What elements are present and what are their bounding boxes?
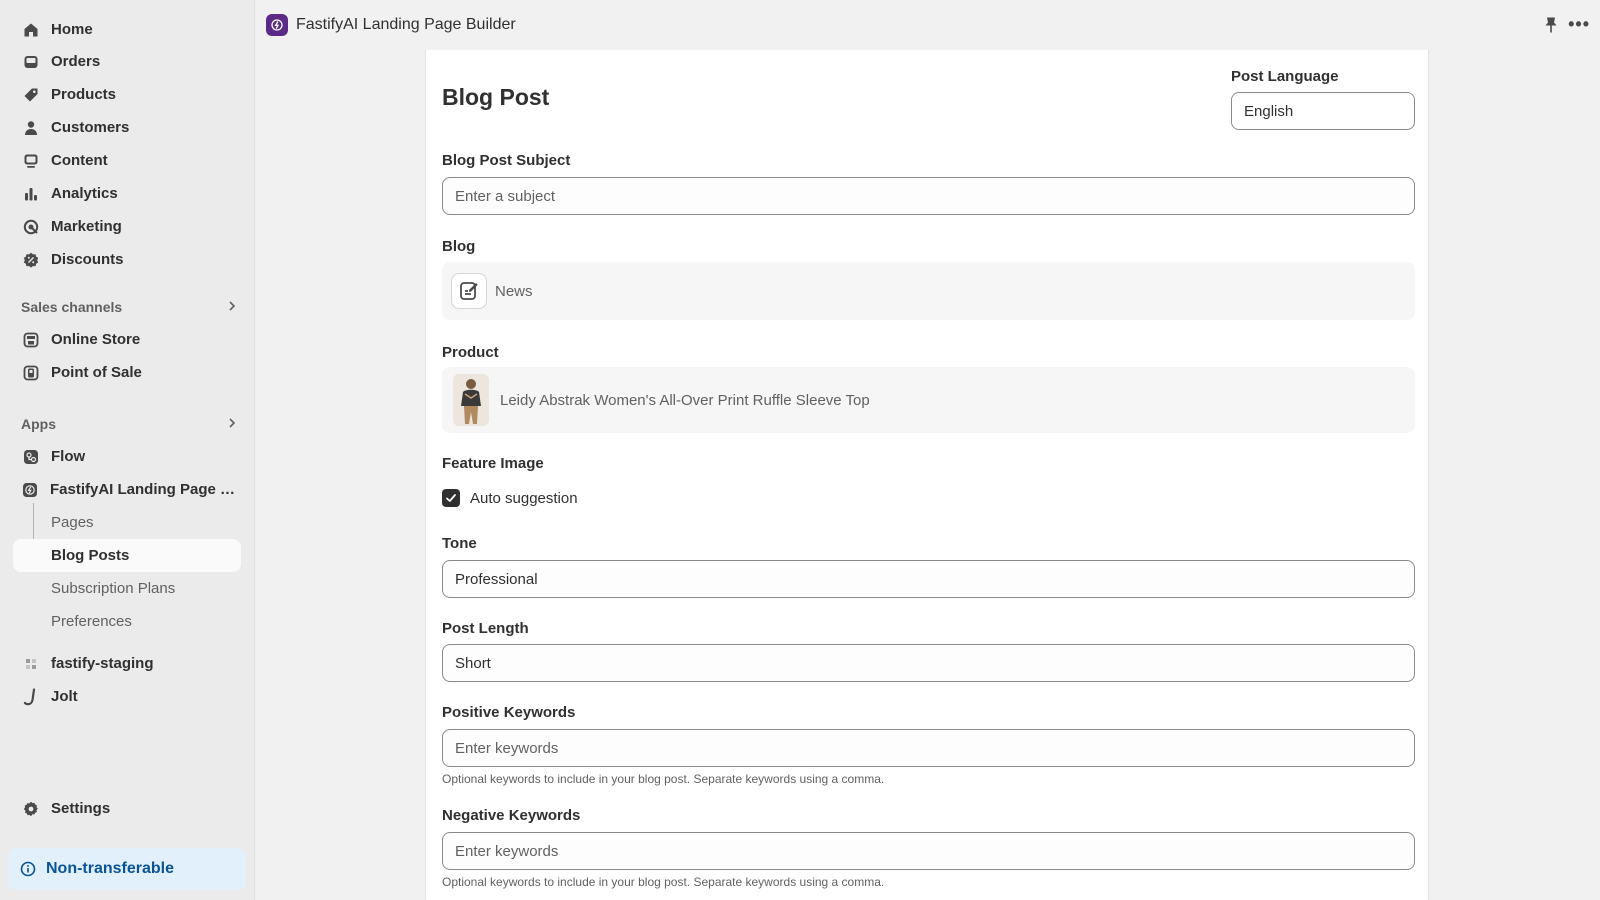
sidebar-item-customers[interactable]: Customers	[13, 111, 241, 144]
pin-icon[interactable]	[1544, 16, 1560, 34]
apps-header[interactable]: Apps	[21, 413, 241, 435]
sidebar-item-discounts[interactable]: Discounts	[13, 243, 241, 276]
sidebar-item-point-of-sale[interactable]: Point of Sale	[13, 356, 241, 389]
auto-suggestion-checkbox[interactable]	[442, 489, 460, 507]
blog-post-form-card: Blog Post Post Language English Blog Pos…	[425, 50, 1429, 900]
feature-image-label: Feature Image	[442, 455, 544, 472]
sidebar-sub-blog-posts[interactable]: Blog Posts	[13, 539, 241, 572]
positive-keywords-help: Optional keywords to include in your blo…	[442, 772, 885, 786]
apps-title: Apps	[21, 416, 56, 432]
product-name: Leidy Abstrak Women's All-Over Print Ruf…	[500, 391, 870, 409]
pos-icon	[22, 364, 40, 382]
sidebar-sub-subscription-plans[interactable]: Subscription Plans	[13, 572, 241, 605]
sidebar-item-label: Products	[51, 86, 117, 103]
sidebar-item-label: Settings	[51, 800, 111, 817]
sales-channels-header[interactable]: Sales channels	[21, 296, 241, 318]
page-title: Blog Post	[442, 84, 550, 110]
content-icon	[22, 152, 40, 170]
sidebar-sub-label: Pages	[51, 514, 94, 531]
sidebar: Home Orders Products Customers Content A…	[0, 0, 255, 900]
target-icon	[22, 218, 40, 236]
blog-name: News	[495, 282, 533, 300]
grid-app-icon	[22, 655, 40, 673]
sidebar-item-jolt[interactable]: Jolt	[13, 680, 241, 713]
person-icon	[22, 119, 40, 137]
non-transferable-banner[interactable]: Non-transferable	[8, 848, 246, 890]
sidebar-item-label: Point of Sale	[51, 364, 142, 381]
more-actions-icon[interactable]: •••	[1568, 14, 1590, 35]
post-length-select[interactable]: Short	[442, 644, 1415, 682]
sidebar-item-label: Jolt	[51, 688, 78, 705]
sidebar-item-label: Flow	[51, 448, 86, 465]
blog-label: Blog	[442, 238, 476, 255]
chevron-right-icon[interactable]	[227, 299, 237, 315]
discount-icon	[22, 251, 40, 269]
sidebar-item-label: Content	[51, 152, 108, 169]
product-thumbnail	[453, 374, 489, 426]
jolt-icon	[22, 687, 40, 706]
store-icon	[22, 331, 40, 349]
sidebar-item-label: FastifyAI Landing Page Bu...	[49, 481, 241, 498]
sales-channels-title: Sales channels	[21, 299, 123, 315]
tone-select[interactable]: Professional	[442, 560, 1415, 598]
sidebar-item-label: fastify-staging	[51, 655, 154, 672]
negative-keywords-input[interactable]: Enter keywords	[442, 832, 1415, 870]
flow-icon	[22, 448, 40, 466]
fastify-icon	[22, 481, 39, 499]
sidebar-item-analytics[interactable]: Analytics	[13, 177, 241, 210]
positive-keywords-label: Positive Keywords	[442, 704, 576, 721]
sidebar-item-label: Home	[51, 21, 93, 38]
sidebar-item-label: Orders	[51, 53, 101, 70]
sidebar-sub-label: Preferences	[51, 613, 132, 630]
sidebar-item-label: Marketing	[51, 218, 122, 235]
auto-suggestion-row[interactable]: Auto suggestion	[442, 489, 578, 507]
tag-icon	[22, 86, 40, 104]
sidebar-item-home[interactable]: Home	[13, 13, 241, 46]
sidebar-item-label: Customers	[51, 119, 130, 136]
sidebar-item-products[interactable]: Products	[13, 78, 241, 111]
post-language-select[interactable]: English	[1231, 92, 1415, 130]
non-transferable-label: Non-transferable	[46, 860, 175, 877]
fastify-app-icon	[266, 14, 288, 36]
negative-keywords-label: Negative Keywords	[442, 807, 581, 824]
post-length-label: Post Length	[442, 620, 529, 637]
sidebar-item-marketing[interactable]: Marketing	[13, 210, 241, 243]
blog-post-subject-label: Blog Post Subject	[442, 152, 571, 169]
sidebar-item-settings[interactable]: Settings	[13, 792, 241, 825]
product-selector[interactable]: Leidy Abstrak Women's All-Over Print Ruf…	[442, 367, 1415, 433]
sidebar-item-label: Online Store	[51, 331, 141, 348]
app-title: FastifyAI Landing Page Builder	[296, 16, 516, 33]
sidebar-item-content[interactable]: Content	[13, 144, 241, 177]
blog-edit-icon	[451, 273, 487, 309]
post-language-label: Post Language	[1231, 68, 1339, 85]
chevron-right-icon[interactable]	[227, 416, 237, 432]
blog-post-subject-input[interactable]: Enter a subject	[442, 177, 1415, 215]
sidebar-item-orders[interactable]: Orders	[13, 45, 241, 78]
app-topbar: FastifyAI Landing Page Builder •••	[256, 0, 1600, 50]
home-icon	[22, 21, 40, 39]
sidebar-item-flow[interactable]: Flow	[13, 440, 241, 473]
info-icon	[20, 860, 38, 878]
sidebar-sub-label: Blog Posts	[51, 547, 130, 564]
positive-keywords-input[interactable]: Enter keywords	[442, 729, 1415, 767]
product-label: Product	[442, 344, 499, 361]
sidebar-item-online-store[interactable]: Online Store	[13, 323, 241, 356]
sidebar-sub-pages[interactable]: Pages	[13, 506, 241, 539]
negative-keywords-help: Optional keywords to include in your blo…	[442, 875, 885, 889]
sidebar-item-fastifyai[interactable]: FastifyAI Landing Page Bu...	[13, 473, 241, 506]
orders-icon	[22, 53, 40, 71]
sidebar-item-fastify-staging[interactable]: fastify-staging	[13, 647, 241, 680]
sidebar-item-label: Analytics	[51, 185, 118, 202]
tone-label: Tone	[442, 535, 477, 552]
sidebar-sub-label: Subscription Plans	[51, 580, 176, 597]
auto-suggestion-label: Auto suggestion	[470, 489, 578, 507]
blog-selector[interactable]: News	[442, 262, 1415, 320]
gear-icon	[22, 800, 40, 818]
sidebar-sub-preferences[interactable]: Preferences	[13, 605, 241, 638]
bar-chart-icon	[22, 185, 40, 203]
sidebar-item-label: Discounts	[51, 251, 124, 268]
